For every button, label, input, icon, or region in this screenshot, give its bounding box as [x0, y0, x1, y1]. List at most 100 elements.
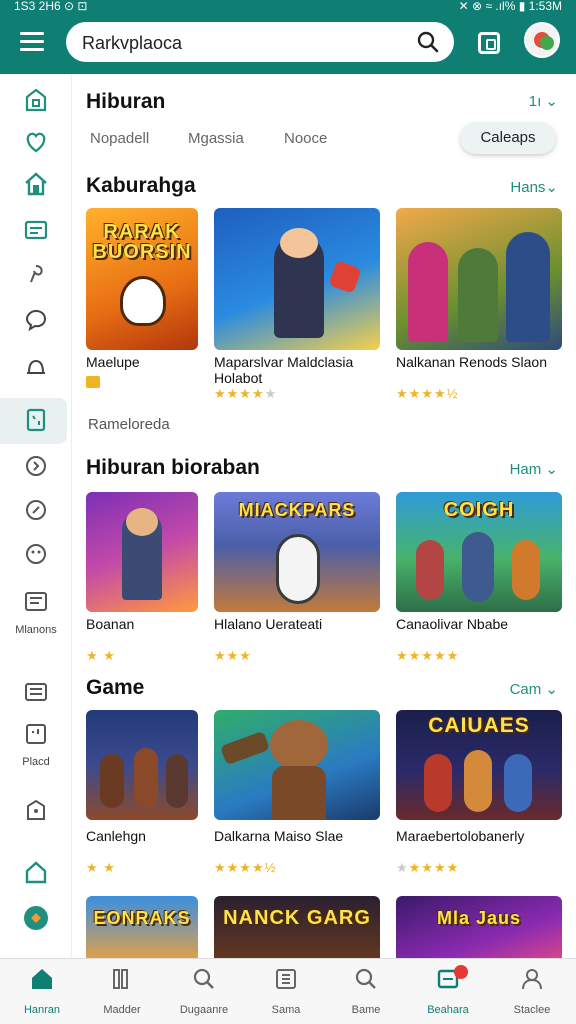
notification-badge [454, 965, 468, 979]
game-card[interactable]: Mla Jaus [396, 896, 562, 958]
status-right: ✕ ⊗ ≈ .ıl% ▮ 1:53M [458, 0, 562, 13]
tab-staclee[interactable]: Staclee [496, 965, 568, 1016]
game-card[interactable]: Maparslvar Maldclasia Holabot ★★★★★ [214, 208, 380, 402]
game-thumbnail[interactable]: MIACKPARS [214, 492, 380, 612]
chip-active[interactable]: Caleaps [460, 122, 556, 154]
game-thumbnail[interactable]: EONRAKS [86, 896, 198, 958]
thumbnail-title: COIGH [443, 499, 515, 521]
character-figure [458, 248, 498, 342]
search-placeholder: Rarkvplaoca [82, 33, 183, 53]
character-figure [504, 754, 532, 812]
news-icon[interactable] [22, 588, 50, 616]
character-figure [462, 532, 494, 602]
section-title-hiburan: Hiburan [86, 90, 166, 113]
game-thumbnail[interactable]: CAIUAES [396, 710, 562, 820]
rating-stars: ★★★★★ [396, 648, 460, 663]
flag-icon[interactable] [22, 796, 50, 824]
rating-stars: ★★★★★ [396, 860, 460, 875]
compass-icon[interactable] [22, 496, 50, 524]
game-thumbnail[interactable]: NANCK GARG [214, 896, 380, 958]
thumbnail-title: NANCK GARG [223, 907, 371, 929]
rating-stars: ★ ★ [86, 860, 116, 875]
game-thumbnail[interactable]: Mla Jaus [396, 896, 562, 958]
clock-icon[interactable] [22, 452, 50, 480]
chat-icon[interactable] [22, 306, 50, 334]
bear-face [270, 720, 328, 770]
game-card[interactable]: MIACKPARS Hlalano Uerateati ★★★ [214, 492, 380, 664]
dice-icon [328, 260, 362, 294]
game-card[interactable]: NANCK GARG [214, 896, 380, 958]
game-thumbnail[interactable]: RARAK BUORSIN [86, 208, 198, 350]
chip-filter[interactable]: Nopadell [90, 130, 149, 147]
house-icon[interactable] [22, 858, 50, 886]
tab-sama[interactable]: Sama [250, 965, 322, 1016]
game-thumbnail[interactable]: COIGH [396, 492, 562, 612]
section-more-bioraban[interactable]: Ham ⌄ [510, 460, 558, 478]
rating-stars: ★★★★★ [214, 386, 278, 401]
game-card[interactable]: Boanan ★ ★ [86, 492, 198, 664]
status-bar: 1S3 2H6 ⊙ ⊡ ✕ ⊗ ≈ .ıl% ▮ 1:53M [0, 0, 576, 14]
game-thumbnail[interactable] [86, 492, 198, 612]
chip-filter[interactable]: Mgassia [188, 130, 244, 147]
character-figure [512, 540, 540, 600]
game-card[interactable]: CAIUAES Maraebertolobanerly ★★★★★ [396, 710, 562, 876]
character-figure [464, 750, 492, 812]
game-card[interactable]: Dalkarna Maiso Slae ★★★★½ [214, 710, 380, 876]
section-more-kaburahga[interactable]: Hans⌄ [510, 178, 558, 196]
character-face [280, 228, 318, 258]
game-card[interactable]: COIGH Canaolivar Nbabe ★★★★★ [396, 492, 562, 664]
section-title-game: Game [86, 676, 145, 699]
search-icon[interactable] [416, 30, 440, 54]
game-thumbnail[interactable] [214, 208, 380, 350]
section-title-kaburahga: Kaburahga [86, 174, 196, 197]
tab-home[interactable]: Hanran [6, 965, 78, 1016]
rating-stars: ★★★★½ [214, 860, 277, 875]
wallet-icon[interactable] [478, 32, 500, 54]
rail-label-places[interactable]: Placd [0, 756, 72, 768]
game-thumbnail[interactable] [214, 710, 380, 820]
character-figure [424, 754, 452, 812]
bonus-icon[interactable] [22, 904, 50, 932]
tablet-icon[interactable] [22, 406, 50, 434]
section-more-game[interactable]: Cam ⌄ [510, 680, 558, 698]
game-card[interactable]: EONRAKS [86, 896, 198, 958]
character-figure [408, 242, 448, 342]
character-figure [166, 754, 188, 808]
avatar[interactable] [524, 22, 560, 58]
game-card[interactable]: RARAK BUORSIN Maelupe [86, 208, 198, 388]
thumbnail-title: CAIUAES [428, 714, 530, 737]
rail-label-messages[interactable]: Mlanons [0, 624, 72, 636]
document-icon[interactable] [22, 678, 50, 706]
game-name: Canaolivar Nbabe [396, 616, 509, 632]
tab-beahara[interactable]: Beahara [412, 965, 484, 1016]
game-card[interactable]: Nalkanan Renods Slaon ★★★★½ [396, 208, 562, 402]
menu-icon[interactable] [20, 32, 46, 52]
tab-dugaanre[interactable]: Dugaanre [168, 965, 240, 1016]
home-icon [32, 969, 52, 989]
game-name: Maelupe [86, 354, 140, 370]
emoji-icon[interactable] [22, 540, 50, 568]
grid-icon [276, 969, 296, 989]
rating-stars: ★ ★ [86, 648, 116, 663]
game-thumbnail[interactable] [86, 710, 198, 820]
game-card[interactable]: Canlehgn ★ ★ [86, 710, 198, 876]
bell-icon[interactable] [22, 354, 50, 382]
store-icon[interactable] [22, 86, 50, 114]
list-icon[interactable] [22, 216, 50, 244]
game-name: Maraebertolobanerly [396, 828, 525, 844]
thumbnail-title: RARAK BUORSIN [92, 221, 192, 263]
section-more-hiburan[interactable]: 1ı ⌄ [529, 92, 558, 110]
arm-cannon [219, 730, 271, 766]
search-input[interactable]: Rarkvplaoca [66, 22, 454, 62]
game-thumbnail[interactable] [396, 208, 562, 350]
tab-bame[interactable]: Bame [330, 965, 402, 1016]
note-icon[interactable] [22, 720, 50, 748]
home-icon[interactable] [22, 170, 50, 198]
section-note: Rameloreda [88, 416, 170, 433]
character-figure [506, 232, 550, 342]
person-icon [522, 969, 542, 990]
chip-filter[interactable]: Nooce [284, 130, 327, 147]
heart-icon[interactable] [22, 128, 50, 156]
pin-icon[interactable] [22, 260, 50, 288]
tab-madder[interactable]: Madder [86, 965, 158, 1016]
